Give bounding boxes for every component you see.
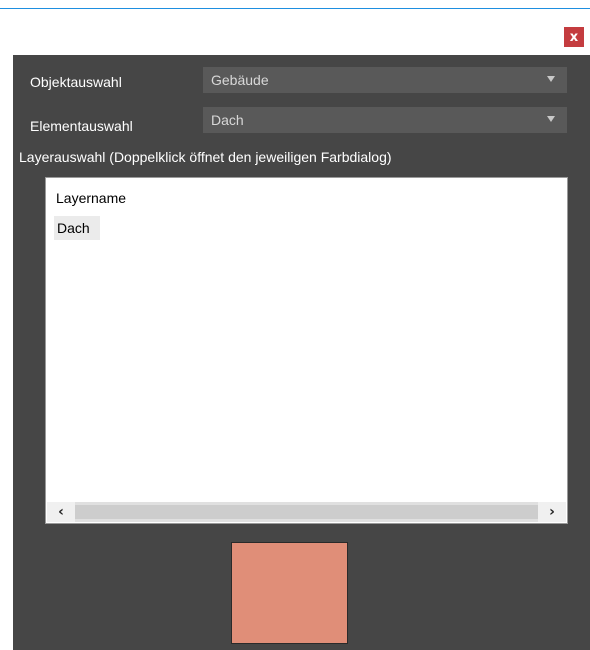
list-item[interactable]: Dach <box>54 216 100 240</box>
element-selection-label: Elementauswahl <box>30 118 133 134</box>
element-selection-value: Dach <box>211 112 244 128</box>
close-icon: x <box>569 29 579 45</box>
chevron-left-icon: ‹ <box>58 504 64 520</box>
layer-selection-label: Layerauswahl (Doppelklick öffnet den jew… <box>19 149 392 165</box>
element-selection-dropdown[interactable]: Dach <box>203 107 567 133</box>
scroll-left-button[interactable]: ‹ <box>47 502 75 522</box>
scroll-right-button[interactable]: › <box>538 502 566 522</box>
object-selection-label: Objektauswahl <box>30 74 122 90</box>
chevron-down-icon <box>547 116 555 122</box>
object-selection-value: Gebäude <box>211 72 269 88</box>
chevron-right-icon: › <box>549 504 555 520</box>
settings-panel: Objektauswahl Gebäude Elementauswahl Dac… <box>13 55 590 650</box>
chevron-down-icon <box>547 76 555 82</box>
horizontal-scrollbar[interactable]: ‹ › <box>47 502 566 522</box>
close-button[interactable]: x <box>564 27 584 47</box>
layer-list[interactable]: Layername Dach ‹ › <box>45 177 568 524</box>
scrollbar-thumb[interactable] <box>75 505 538 519</box>
layer-color-swatch[interactable] <box>231 542 348 644</box>
object-selection-dropdown[interactable]: Gebäude <box>203 67 567 93</box>
window-top-accent-line <box>0 8 590 9</box>
layer-list-column-header[interactable]: Layername <box>56 190 126 206</box>
